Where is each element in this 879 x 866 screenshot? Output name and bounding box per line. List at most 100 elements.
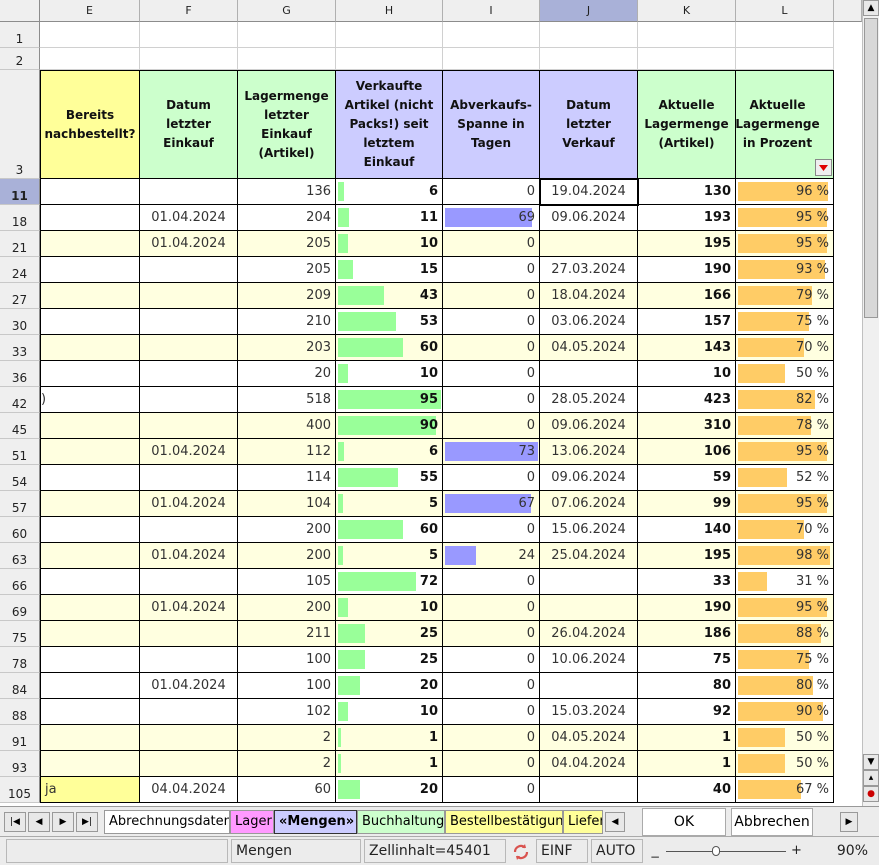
cell-i[interactable]: 0 xyxy=(443,387,540,413)
cell-g[interactable]: 205 xyxy=(238,257,336,283)
cell-h[interactable]: 10 xyxy=(336,231,443,257)
zoom-in-icon[interactable]: + xyxy=(791,843,802,858)
cell-k[interactable]: 186 xyxy=(638,621,736,647)
cell-f[interactable]: 01.04.2024 xyxy=(140,231,238,257)
row-header[interactable]: 51 xyxy=(0,439,40,465)
cell-k[interactable]: 130 xyxy=(638,179,736,205)
header-cell-g[interactable]: Lagermenge letzter Einkauf (Artikel) xyxy=(238,70,336,179)
cell-k[interactable]: 33 xyxy=(638,569,736,595)
scroll-down-icon[interactable]: ▼ xyxy=(863,754,879,770)
cell-e[interactable] xyxy=(40,517,140,543)
cell-l[interactable]: 50 % xyxy=(736,361,834,387)
cell-j[interactable]: 25.04.2024 xyxy=(540,543,638,569)
cell-g[interactable]: 2 xyxy=(238,751,336,777)
row-header[interactable]: 88 xyxy=(0,699,40,725)
cell-j[interactable] xyxy=(540,595,638,621)
empty-cell[interactable] xyxy=(40,48,140,70)
cell-l[interactable]: 93 % xyxy=(736,257,834,283)
zoom-slider-handle[interactable] xyxy=(712,846,720,856)
cell-l[interactable]: 95 % xyxy=(736,231,834,257)
cell-g[interactable]: 20 xyxy=(238,361,336,387)
autofilter-dropdown-icon[interactable] xyxy=(815,159,832,176)
cell-l[interactable]: 75 % xyxy=(736,309,834,335)
cell-h[interactable]: 43 xyxy=(336,283,443,309)
cell-i[interactable]: 0 xyxy=(443,621,540,647)
cell-f[interactable] xyxy=(140,335,238,361)
cell-h[interactable]: 53 xyxy=(336,309,443,335)
cell-g[interactable]: 112 xyxy=(238,439,336,465)
cell-i[interactable]: 0 xyxy=(443,257,540,283)
cell-h[interactable]: 90 xyxy=(336,413,443,439)
cell-k[interactable]: 1 xyxy=(638,725,736,751)
cell-g[interactable]: 104 xyxy=(238,491,336,517)
cell-f[interactable] xyxy=(140,283,238,309)
cell-e[interactable] xyxy=(40,335,140,361)
cell-e[interactable] xyxy=(40,309,140,335)
cell-f[interactable] xyxy=(140,517,238,543)
row-header[interactable]: 3 xyxy=(0,70,40,179)
cell-f[interactable] xyxy=(140,569,238,595)
cell-l[interactable]: 67 % xyxy=(736,777,834,803)
cell-e[interactable] xyxy=(40,621,140,647)
cell-f[interactable] xyxy=(140,309,238,335)
cell-e[interactable] xyxy=(40,673,140,699)
cell-h[interactable]: 20 xyxy=(336,777,443,803)
cell-h[interactable]: 20 xyxy=(336,673,443,699)
cell-l[interactable]: 31 % xyxy=(736,569,834,595)
row-header[interactable]: 18 xyxy=(0,205,40,231)
row-header[interactable]: 105 xyxy=(0,777,40,803)
cell-g[interactable]: 60 xyxy=(238,777,336,803)
cell-l[interactable]: 88 % xyxy=(736,621,834,647)
empty-cell[interactable] xyxy=(40,22,140,48)
cell-g[interactable]: 136 xyxy=(238,179,336,205)
cell-j[interactable]: 18.04.2024 xyxy=(540,283,638,309)
ok-button[interactable]: OK xyxy=(642,808,726,836)
cell-i[interactable]: 0 xyxy=(443,231,540,257)
cell-j[interactable]: 04.05.2024 xyxy=(540,725,638,751)
cell-k[interactable]: 99 xyxy=(638,491,736,517)
row-header[interactable]: 11 xyxy=(0,179,40,205)
cell-i[interactable]: 0 xyxy=(443,283,540,309)
cell-h[interactable]: 1 xyxy=(336,751,443,777)
cell-g[interactable]: 200 xyxy=(238,595,336,621)
column-header-f[interactable]: F xyxy=(140,0,238,22)
cell-l[interactable]: 80 % xyxy=(736,673,834,699)
cell-f[interactable] xyxy=(140,751,238,777)
column-header-k[interactable]: K xyxy=(638,0,736,22)
cell-g[interactable]: 209 xyxy=(238,283,336,309)
cell-e[interactable] xyxy=(40,569,140,595)
cell-g[interactable]: 203 xyxy=(238,335,336,361)
cell-i[interactable]: 0 xyxy=(443,699,540,725)
cell-i[interactable]: 73 xyxy=(443,439,540,465)
empty-cell[interactable] xyxy=(540,22,638,48)
cell-j[interactable]: 09.06.2024 xyxy=(540,465,638,491)
cell-g[interactable]: 204 xyxy=(238,205,336,231)
cell-i[interactable]: 0 xyxy=(443,777,540,803)
column-header-g[interactable]: G xyxy=(238,0,336,22)
empty-cell[interactable] xyxy=(238,22,336,48)
sheet-tab[interactable]: Abrechnungsdaten xyxy=(104,810,230,834)
cell-g[interactable]: 100 xyxy=(238,647,336,673)
header-cell-f[interactable]: Datum letzter Einkauf xyxy=(140,70,238,179)
header-cell-i[interactable]: Abverkaufs-Spanne in Tagen xyxy=(443,70,540,179)
column-header-j[interactable]: J xyxy=(540,0,638,22)
cell-g[interactable]: 518 xyxy=(238,387,336,413)
row-header[interactable]: 78 xyxy=(0,647,40,673)
row-header[interactable]: 42 xyxy=(0,387,40,413)
cell-g[interactable]: 205 xyxy=(238,231,336,257)
cell-i[interactable]: 69 xyxy=(443,205,540,231)
sheet-tab[interactable]: «Mengen» xyxy=(274,810,357,834)
empty-cell[interactable] xyxy=(443,48,540,70)
sheet-tab[interactable]: Bestellbestätigung xyxy=(445,810,563,834)
sheet-tab[interactable]: Buchhaltung xyxy=(357,810,445,834)
empty-cell[interactable] xyxy=(140,22,238,48)
cell-j[interactable]: 10.06.2024 xyxy=(540,647,638,673)
cell-f[interactable]: 01.04.2024 xyxy=(140,205,238,231)
vertical-scrollbar[interactable]: ▲ ▼ ▴ ● xyxy=(862,0,879,806)
empty-cell[interactable] xyxy=(638,22,736,48)
hscroll-right-icon[interactable]: ▶ xyxy=(840,812,858,832)
cell-g[interactable]: 211 xyxy=(238,621,336,647)
cell-j[interactable] xyxy=(540,361,638,387)
cell-k[interactable]: 190 xyxy=(638,595,736,621)
cell-k[interactable]: 59 xyxy=(638,465,736,491)
